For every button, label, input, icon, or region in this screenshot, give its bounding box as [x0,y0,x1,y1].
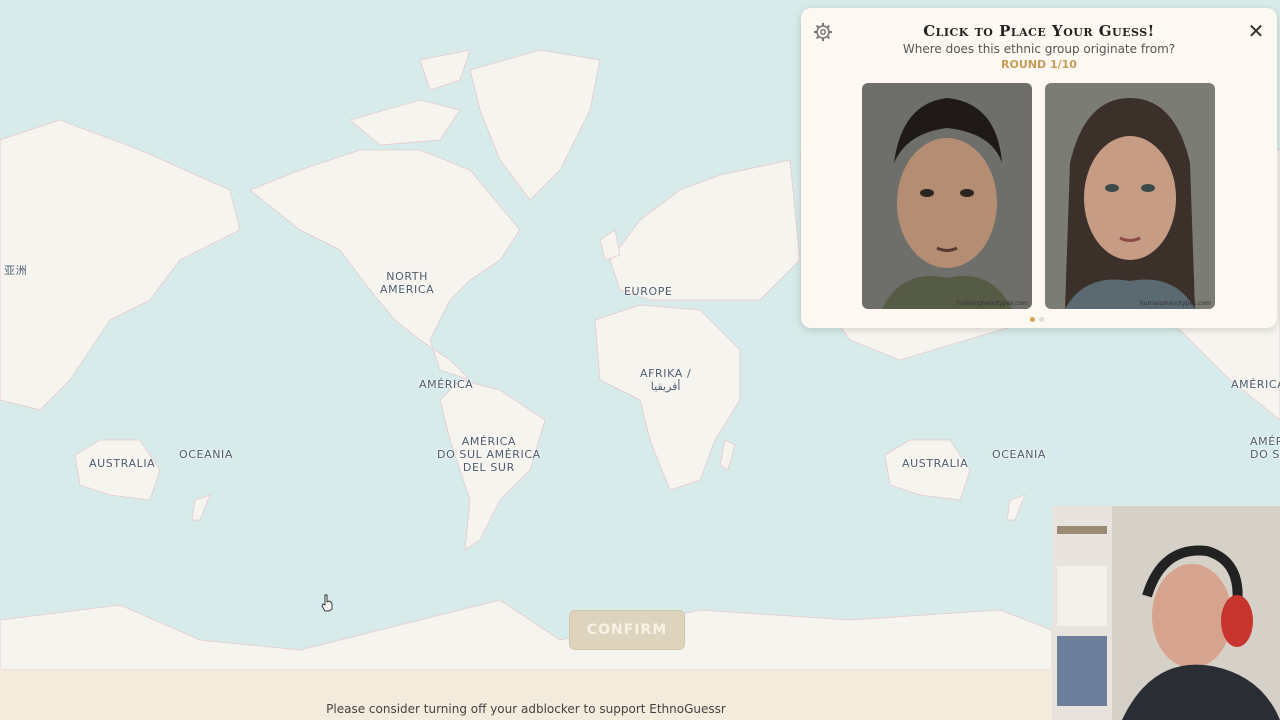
guess-panel: Click to Place Your Guess! Where does th… [801,8,1277,328]
label-north-america: NORTH AMERICA [380,270,435,296]
carousel-dot[interactable] [1039,317,1044,322]
label-south-america-right: AMÉRICA DO SUL [1250,435,1280,461]
webcam-overlay [1052,506,1280,720]
label-australia: AUSTRALIA [89,457,156,470]
adblock-notice-text: Please consider turning off your adblock… [326,702,726,716]
image-credit: humanphenotypes.com [1140,300,1211,307]
phenotype-image-male[interactable]: humanphenotypes.com [862,83,1032,309]
panel-subtitle: Where does this ethnic group originate f… [902,42,1176,56]
label-south-america: AMÉRICA DO SUL AMÉRICA DEL SUR [437,435,541,474]
phenotype-image-female[interactable]: humanphenotypes.com [1045,83,1215,309]
close-icon[interactable]: ✕ [1245,20,1267,42]
image-credit: humanphenotypes.com [957,300,1028,307]
confirm-button[interactable]: CONFIRM [569,610,685,650]
label-asia: 亚洲 [4,264,28,277]
panel-title: Click to Place Your Guess! [923,22,1155,40]
label-africa: AFRIKA / أفريقيا [640,367,692,393]
carousel-dots[interactable] [1030,317,1044,322]
label-oceania: OCEANIA [179,448,234,461]
label-oceania-right: OCEANIA [992,448,1047,461]
label-europe: EUROPE [624,285,673,298]
hand-cursor-icon [320,594,334,616]
adblock-notice: Please consider turning off your adblock… [0,670,1052,720]
label-america-right: AMÉRICA [1231,378,1280,391]
label-australia-right: AUSTRALIA [902,457,969,470]
carousel-dot[interactable] [1030,317,1035,322]
round-indicator: ROUND 1/10 [1001,58,1077,71]
label-america: AMÉRICA [419,378,474,391]
